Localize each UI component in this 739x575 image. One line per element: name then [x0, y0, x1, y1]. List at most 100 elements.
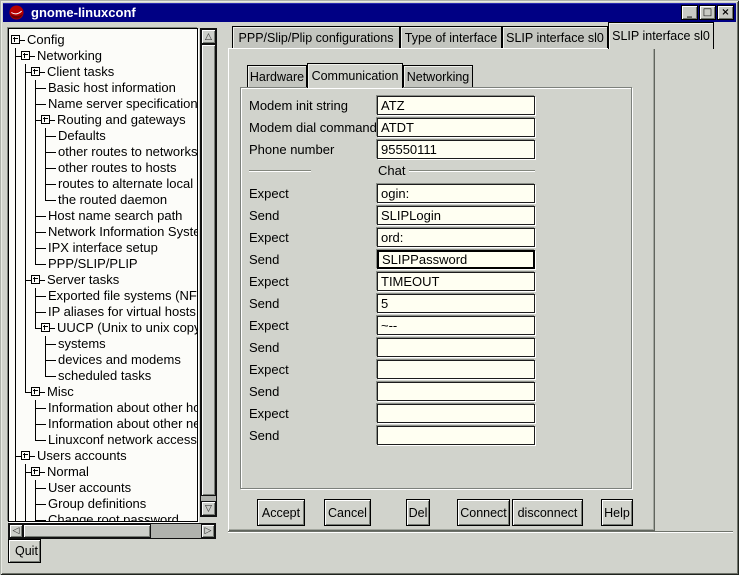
- maximize-icon[interactable]: □: [699, 5, 716, 20]
- tree-item[interactable]: devices and modems: [11, 352, 197, 368]
- tab-slip-interface-sl0[interactable]: SLIP interface sl0: [502, 26, 608, 48]
- tree-item[interactable]: Exported file systems (NFS): [11, 288, 197, 304]
- disconnect-button[interactable]: disconnect: [512, 499, 583, 526]
- tree-connector: [41, 144, 51, 160]
- expander-plus-icon[interactable]: [41, 323, 50, 332]
- chat-send-6-field[interactable]: [377, 426, 535, 445]
- tree-item[interactable]: User accounts: [11, 480, 197, 496]
- minimize-icon[interactable]: _: [681, 5, 698, 20]
- tree-guide: [11, 288, 21, 304]
- chat-send-5-field[interactable]: [377, 382, 535, 401]
- tree-item[interactable]: PPP/SLIP/PLIP: [11, 256, 197, 272]
- tab-ppp-slip-plip-configurations[interactable]: PPP/Slip/Plip configurations: [232, 26, 400, 48]
- tree-item[interactable]: Client tasks: [11, 64, 197, 80]
- tree-item-label: systems: [56, 336, 106, 351]
- tab-slip-interface-sl0-active[interactable]: SLIP interface sl0: [608, 22, 714, 49]
- chat-send-1-field[interactable]: [377, 206, 535, 225]
- chat-send-3-field[interactable]: [377, 294, 535, 313]
- titlebar[interactable]: gnome-linuxconf _ □ ×: [3, 3, 736, 22]
- bottom-separator: [228, 531, 733, 533]
- tree-item[interactable]: Server tasks: [11, 272, 197, 288]
- tree-item[interactable]: other routes to hosts: [11, 160, 197, 176]
- tree-item[interactable]: systems: [11, 336, 197, 352]
- expander-plus-icon[interactable]: [31, 467, 40, 476]
- scroll-right-icon[interactable]: ▷: [201, 524, 215, 538]
- chat-expect-1-field[interactable]: [377, 184, 535, 203]
- quit-button[interactable]: Quit: [8, 539, 41, 563]
- phone-number-field[interactable]: [377, 140, 535, 159]
- tree-item[interactable]: Linuxconf network access: [11, 432, 197, 448]
- scroll-left-icon[interactable]: ◁: [9, 524, 23, 538]
- tree-guide: [31, 144, 41, 160]
- tree-item[interactable]: Normal: [11, 464, 197, 480]
- tree-vertical-scrollbar[interactable]: △ ▽: [200, 28, 217, 517]
- tree-guide: [21, 160, 31, 176]
- help-button[interactable]: Help: [601, 499, 633, 526]
- tree-horizontal-scrollbar[interactable]: ◁ ▷: [8, 523, 216, 539]
- tree-item[interactable]: Information about other netw: [11, 416, 197, 432]
- tab-type-of-interface[interactable]: Type of interface: [400, 26, 502, 48]
- tree-item[interactable]: Name server specification (: [11, 96, 197, 112]
- expander-plus-icon[interactable]: [41, 115, 50, 124]
- tree-item[interactable]: Group definitions: [11, 496, 197, 512]
- window-controls: _ □ ×: [681, 5, 734, 20]
- tree-item[interactable]: Misc: [11, 384, 197, 400]
- tree-connector: [50, 112, 55, 128]
- expander-plus-icon[interactable]: [31, 67, 40, 76]
- chat-send-2-field[interactable]: [377, 250, 535, 269]
- tree-item[interactable]: Host name search path: [11, 208, 197, 224]
- tree-item[interactable]: routes to alternate local ne: [11, 176, 197, 192]
- expander-plus-icon[interactable]: [21, 51, 30, 60]
- tree-item[interactable]: other routes to networks: [11, 144, 197, 160]
- scroll-down-icon[interactable]: ▽: [201, 501, 216, 516]
- tree-item[interactable]: Change root password: [11, 512, 197, 522]
- expander-plus-icon[interactable]: [31, 275, 40, 284]
- tree-item[interactable]: Config: [11, 32, 197, 48]
- separator-line: [249, 170, 311, 172]
- tree-item[interactable]: Networking: [11, 48, 197, 64]
- expander-plus-icon[interactable]: [31, 387, 40, 396]
- chat-expect-4-field[interactable]: [377, 316, 535, 335]
- modem-dial-command-field[interactable]: [377, 118, 535, 137]
- tree-guide: [31, 192, 41, 208]
- expander-plus-icon[interactable]: [11, 35, 20, 44]
- tree-item[interactable]: Network Information System: [11, 224, 197, 240]
- vertical-scroll-thumb[interactable]: [201, 44, 216, 496]
- tab-hardware[interactable]: Hardware: [247, 65, 307, 87]
- tree-item[interactable]: Defaults: [11, 128, 197, 144]
- tab-networking[interactable]: Networking: [403, 65, 473, 87]
- tree-connector: [41, 160, 51, 176]
- tree-item[interactable]: IP aliases for virtual hosts: [11, 304, 197, 320]
- accept-button[interactable]: Accept: [257, 499, 305, 526]
- horizontal-scroll-thumb[interactable]: [23, 524, 151, 538]
- tree-item[interactable]: scheduled tasks: [11, 368, 197, 384]
- chat-send-4-field[interactable]: [377, 338, 535, 357]
- cancel-button[interactable]: Cancel: [324, 499, 371, 526]
- tree-item[interactable]: Routing and gateways: [11, 112, 197, 128]
- del-button[interactable]: Del: [406, 499, 430, 526]
- field-label: Expect: [249, 186, 377, 201]
- redhat-icon[interactable]: [9, 5, 24, 20]
- tree-connector: [40, 64, 45, 80]
- tab-communication[interactable]: Communication: [307, 63, 403, 88]
- connect-button[interactable]: Connect: [457, 499, 510, 526]
- chat-expect-3-field[interactable]: [377, 272, 535, 291]
- chat-expect-5-field[interactable]: [377, 360, 535, 379]
- expander-plus-icon[interactable]: [21, 451, 30, 460]
- tree-item[interactable]: Information about other host: [11, 400, 197, 416]
- scroll-up-icon[interactable]: △: [201, 29, 216, 44]
- field-label: Expect: [249, 274, 377, 289]
- window-title: gnome-linuxconf: [31, 5, 136, 20]
- tree-guide: [11, 384, 21, 400]
- tree-guide: [31, 160, 41, 176]
- modem-init-string-field[interactable]: [377, 96, 535, 115]
- tree-item[interactable]: UUCP (Unix to unix copy): [11, 320, 197, 336]
- close-icon[interactable]: ×: [717, 5, 734, 20]
- tree-item[interactable]: IPX interface setup: [11, 240, 197, 256]
- tree-item[interactable]: the routed daemon: [11, 192, 197, 208]
- tree-item[interactable]: Users accounts: [11, 448, 197, 464]
- tree-item[interactable]: Basic host information: [11, 80, 197, 96]
- chat-expect-2-field[interactable]: [377, 228, 535, 247]
- tree-connector: [41, 192, 51, 208]
- chat-expect-6-field[interactable]: [377, 404, 535, 423]
